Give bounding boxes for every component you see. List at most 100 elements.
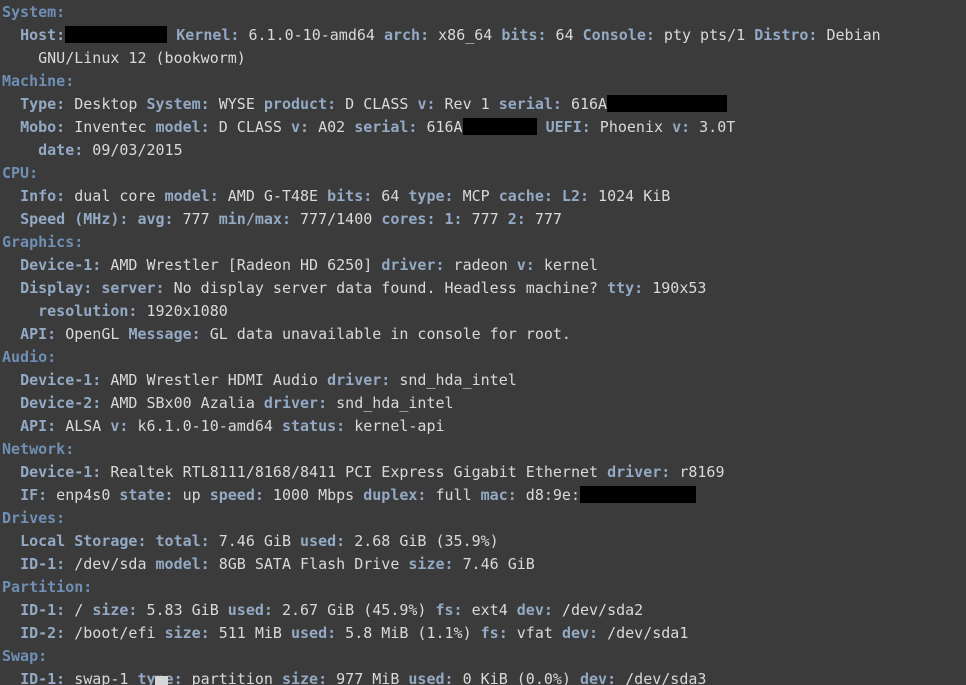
field-value: 2.68 GiB (35.9%) (345, 532, 499, 550)
field-value: snd_hda_intel (327, 394, 454, 412)
report-line: ID-2: /boot/efi size: 511 MiB used: 5.8 … (0, 622, 966, 645)
field-value: No display server data found. Headless m… (164, 279, 608, 297)
terminal-window[interactable]: System: Host: Kernel: 6.1.0-10-amd64 arc… (0, 0, 966, 685)
section-header-drives: Drives: (2, 509, 66, 527)
field-value: radeon (444, 256, 517, 274)
field-label: date: (38, 141, 84, 159)
field-label: min/max: (218, 210, 291, 228)
field-label: dev: (516, 601, 553, 619)
field-label: ID-1: (20, 555, 66, 573)
field-label: product: (263, 95, 337, 113)
redacted-value (462, 118, 537, 135)
field-label: v: (110, 417, 129, 435)
section-header-cpu: CPU: (2, 164, 39, 182)
field-value: 1920x1080 (137, 302, 228, 320)
field-value: ALSA (56, 417, 111, 435)
field-label: Mobo: (20, 118, 66, 136)
field-label: Console: (582, 26, 655, 44)
section-header-line: System: (0, 1, 966, 24)
redacted-value (65, 26, 168, 43)
field-label: cache: (498, 187, 553, 205)
field-label: used: (227, 601, 273, 619)
field-label: total: (146, 532, 210, 550)
field-value: MCP (453, 187, 499, 205)
report-line: Device-1: AMD Wrestler HDMI Audio driver… (0, 369, 966, 392)
field-label: Device-1: (20, 256, 102, 274)
field-label: status: (281, 417, 346, 435)
report-line: API: ALSA v: k6.1.0-10-amd64 status: ker… (0, 415, 966, 438)
section-header-line: Network: (0, 438, 966, 461)
section-header-line: Machine: (0, 70, 966, 93)
field-value: D CLASS (336, 95, 418, 113)
report-line: date: 09/03/2015 (0, 139, 966, 162)
field-value: 5.83 GiB (137, 601, 228, 619)
section-header-system: System: (2, 3, 66, 21)
field-label: Type: (20, 95, 66, 113)
report-line: Mobo: Inventec model: D CLASS v: A02 ser… (0, 116, 966, 139)
field-value: /dev/sda1 (598, 624, 689, 642)
text-cursor (155, 676, 168, 685)
field-label: v: (291, 118, 310, 136)
section-header-swap: Swap: (2, 647, 48, 665)
field-label: ID-2: (20, 624, 66, 642)
section-header-line: Partition: (0, 576, 966, 599)
field-value: /dev/sda2 (552, 601, 644, 619)
field-label: System: (146, 95, 210, 113)
field-label: size: (408, 555, 454, 573)
field-value: 7.46 GiB (209, 532, 301, 550)
field-value: 7.46 GiB (453, 555, 535, 573)
field-value: Rev 1 (435, 95, 499, 113)
field-value: Phoenix (590, 118, 673, 136)
field-value: kernel-api (345, 417, 445, 435)
field-label: state: (119, 486, 174, 504)
field-label: size: (164, 624, 210, 642)
field-value: 777 (462, 210, 508, 228)
field-value: 1024 KiB (589, 187, 671, 205)
field-label: model: (164, 187, 219, 205)
field-value: d8:9e: (516, 486, 580, 504)
field-value: 777 (173, 210, 219, 228)
report-line: ID-1: / size: 5.83 GiB used: 2.67 GiB (4… (0, 599, 966, 622)
field-value: ext4 (462, 601, 517, 619)
report-line: Speed (MHz): avg: 777 min/max: 777/1400 … (0, 208, 966, 231)
field-label: duplex: (363, 486, 427, 504)
field-value: /boot/efi (65, 624, 165, 642)
field-label: L2: (552, 187, 590, 205)
field-label: v: (516, 256, 535, 274)
field-label: 1: (435, 210, 463, 228)
field-label: Device-1: (20, 371, 102, 389)
field-label: fs: (480, 624, 508, 642)
field-value: x86_64 (429, 26, 502, 44)
field-label: size: (92, 601, 138, 619)
field-label: fs: (435, 601, 463, 619)
field-label: ID-1: (20, 601, 66, 619)
section-header-graphics: Graphics: (2, 233, 84, 251)
redacted-value (580, 486, 696, 503)
field-label: driver: (263, 394, 328, 412)
field-label: avg: (128, 210, 174, 228)
report-line: Device-1: AMD Wrestler [Radeon HD 6250] … (0, 254, 966, 277)
field-label: bits: (501, 26, 547, 44)
prompt-line (0, 676, 966, 685)
field-value: 190x53 (643, 279, 707, 297)
report-line: Local Storage: total: 7.46 GiB used: 2.6… (0, 530, 966, 553)
field-value: GNU/Linux 12 (bookworm) (38, 49, 246, 67)
field-value: 5.8 MiB (1.1%) (336, 624, 481, 642)
section-header-line: CPU: (0, 162, 966, 185)
field-value: enp4s0 (47, 486, 120, 504)
field-value: GL data unavailable in console for root. (200, 325, 571, 343)
field-value: 2.67 GiB (45.9%) (272, 601, 436, 619)
section-header-line: Graphics: (0, 231, 966, 254)
report-line: Device-2: AMD SBx00 Azalia driver: snd_h… (0, 392, 966, 415)
section-header-line: Swap: (0, 645, 966, 668)
